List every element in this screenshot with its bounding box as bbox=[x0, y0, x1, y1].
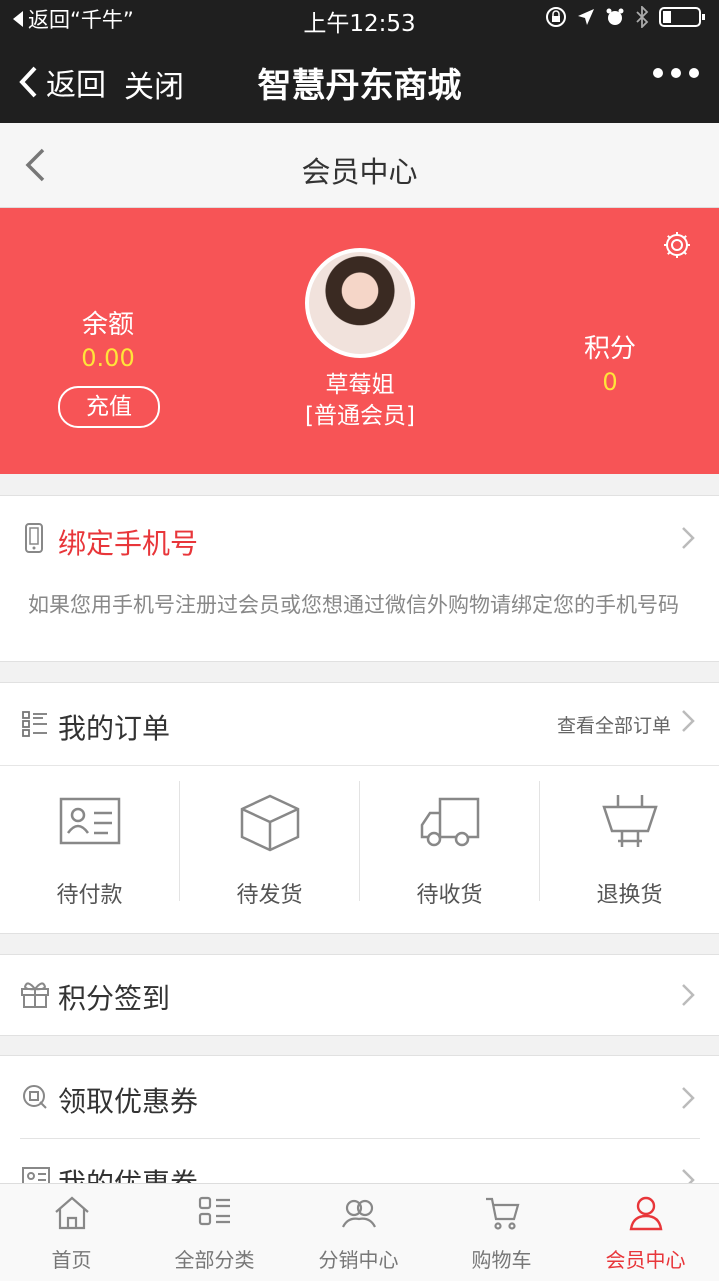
settings-gear-icon[interactable] bbox=[662, 230, 692, 264]
order-pending-shipment[interactable]: 待发货 bbox=[180, 779, 359, 919]
users-icon bbox=[342, 1199, 376, 1228]
category-grid-icon bbox=[198, 1196, 230, 1226]
truck-icon bbox=[420, 797, 480, 847]
tab-label: 首页 bbox=[51, 1248, 92, 1272]
order-label: 待付款 bbox=[56, 883, 123, 908]
bind-phone-desc: 如果您用手机号注册过会员或您想通过微信外购物请绑定您的手机号码 bbox=[28, 593, 679, 617]
divider bbox=[0, 765, 719, 766]
order-label: 待发货 bbox=[236, 883, 303, 908]
tab-member-center[interactable]: 会员中心 bbox=[574, 1184, 717, 1281]
points-value: 0 bbox=[602, 368, 618, 396]
battery-icon bbox=[659, 7, 705, 27]
balance-value: 0.00 bbox=[81, 344, 135, 372]
points-signin-title: 积分签到 bbox=[58, 982, 171, 1015]
coupons-section: 领取优惠券 我的优惠券 bbox=[0, 1055, 719, 1200]
tab-categories[interactable]: 全部分类 bbox=[143, 1184, 286, 1281]
balance-label: 余额 bbox=[81, 310, 134, 340]
page-title: 会员中心 bbox=[301, 155, 418, 189]
tab-label: 会员中心 bbox=[605, 1248, 686, 1272]
coupon-search-icon bbox=[23, 1085, 47, 1109]
chevron-right-icon bbox=[682, 984, 695, 1006]
page-header: 会员中心 bbox=[0, 123, 719, 208]
tab-label: 分销中心 bbox=[318, 1248, 399, 1272]
points-signin-section[interactable]: 积分签到 bbox=[0, 954, 719, 1036]
tab-cart[interactable]: 购物车 bbox=[430, 1184, 573, 1281]
phone-icon bbox=[25, 523, 43, 553]
plug-icon bbox=[602, 795, 658, 847]
recharge-button[interactable]: 充值 bbox=[58, 386, 160, 428]
divider bbox=[20, 1138, 700, 1139]
orders-title: 我的订单 bbox=[58, 712, 171, 745]
chevron-right-icon bbox=[682, 1087, 695, 1109]
nav-title: 智慧丹东商城 bbox=[257, 66, 462, 106]
location-icon bbox=[578, 9, 594, 25]
tab-distribution[interactable]: 分销中心 bbox=[287, 1184, 430, 1281]
orders-section: 我的订单 查看全部订单 待付款 待发货 待收货 退换货 bbox=[0, 682, 719, 934]
points-label: 积分 bbox=[583, 334, 636, 364]
tab-label: 购物车 bbox=[471, 1248, 532, 1272]
member-card: 余额 0.00 充值 草莓姐 [普通会员] 积分 0 bbox=[0, 208, 719, 474]
tab-label: 全部分类 bbox=[174, 1248, 255, 1272]
more-menu-button[interactable] bbox=[653, 68, 699, 78]
user-icon bbox=[629, 1196, 663, 1231]
bottom-tab-bar: 首页 全部分类 分销中心 购物车 会员中心 bbox=[0, 1183, 719, 1281]
order-label: 退换货 bbox=[596, 883, 663, 908]
view-all-orders-link[interactable]: 查看全部订单 bbox=[557, 711, 671, 738]
home-icon bbox=[55, 1196, 89, 1230]
order-label: 待收货 bbox=[416, 883, 483, 908]
cart-icon bbox=[486, 1197, 520, 1230]
tab-home[interactable]: 首页 bbox=[0, 1184, 143, 1281]
avatar[interactable] bbox=[305, 248, 415, 358]
gift-icon bbox=[21, 982, 49, 1008]
chevron-right-icon bbox=[682, 527, 695, 549]
alarm-icon bbox=[606, 8, 624, 25]
id-card-icon bbox=[59, 797, 121, 845]
chevron-right-icon bbox=[682, 710, 695, 732]
order-pending-payment[interactable]: 待付款 bbox=[0, 779, 179, 919]
order-list-icon bbox=[22, 711, 47, 737]
bind-phone-title: 绑定手机号 bbox=[58, 527, 199, 560]
bluetooth-icon bbox=[636, 6, 649, 28]
username: 草莓姐 bbox=[325, 372, 395, 398]
order-pending-receipt[interactable]: 待收货 bbox=[360, 779, 539, 919]
order-return-exchange[interactable]: 退换货 bbox=[540, 779, 719, 919]
get-coupons-item[interactable]: 领取优惠券 bbox=[58, 1080, 198, 1120]
rotation-lock-icon bbox=[546, 7, 566, 27]
wechat-header: 返回“千牛” 上午12:53 返回 关闭 智慧丹东商城 bbox=[0, 0, 719, 123]
member-level: [普通会员] bbox=[305, 403, 415, 429]
bind-phone-section[interactable]: 绑定手机号 如果您用手机号注册过会员或您想通过微信外购物请绑定您的手机号码 bbox=[0, 495, 719, 662]
package-box-icon bbox=[240, 794, 300, 852]
status-icons bbox=[545, 6, 707, 28]
